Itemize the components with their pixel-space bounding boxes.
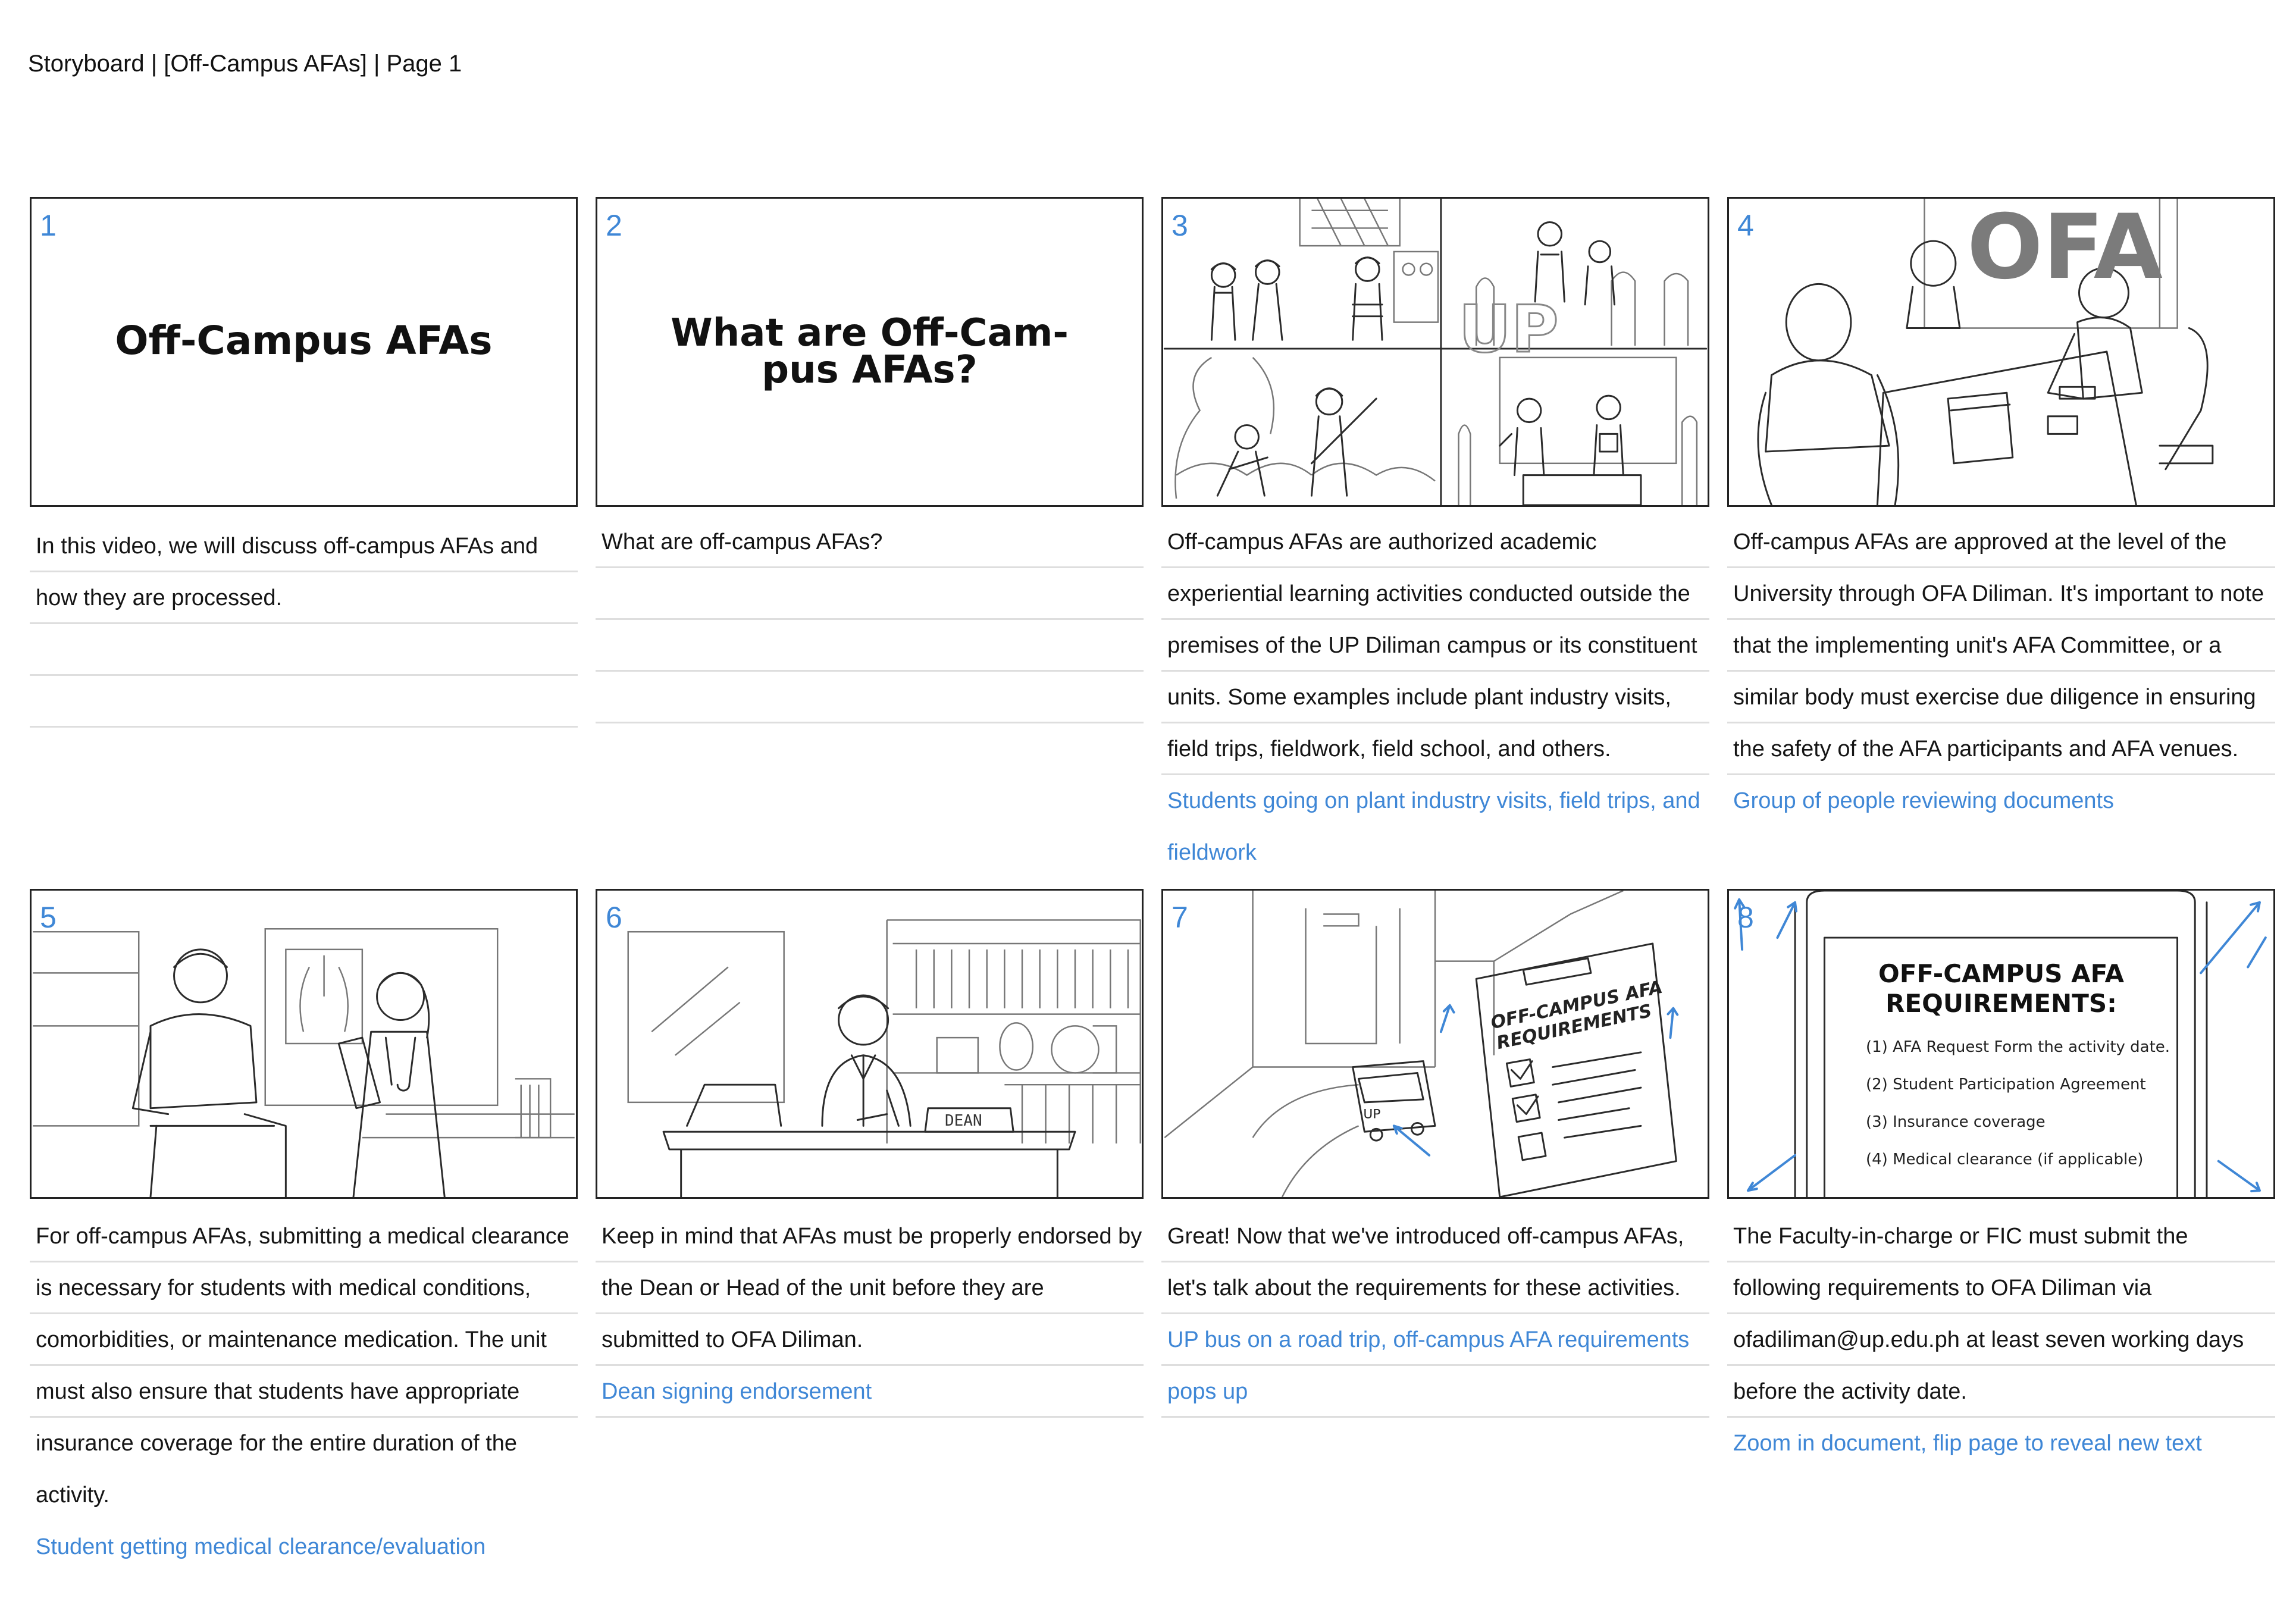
storyboard-frame-8[interactable]: 8 OFF-CAMPUS AFA REQUIREMENTS: (1) AFA R…	[1727, 889, 2275, 1199]
frame-number: 3	[1172, 209, 1188, 242]
frame-number: 4	[1737, 209, 1754, 242]
requirement-item: (4) Medical clearance (if applicable)	[1866, 1151, 2144, 1168]
note-line: University through OFA Diliman. It's imp…	[1727, 568, 2275, 620]
note-line: For off-campus AFAs, submitting a medica…	[30, 1211, 578, 1262]
note-line: is necessary for students with medical c…	[30, 1262, 578, 1314]
medical-clearance-sketch	[33, 928, 575, 1197]
note-line: let's talk about the requirements for th…	[1161, 1262, 1709, 1314]
requirement-item: (2) Student Participation Agreement	[1866, 1076, 2146, 1094]
note-line: field trips, fieldwork, field school, an…	[1161, 723, 1709, 775]
frame-2-notes: What are off-campus AFAs?	[596, 516, 1144, 723]
campus-sign: UP	[1459, 292, 1559, 367]
note-line: following requirements to OFA Diliman vi…	[1727, 1262, 2275, 1314]
frame-title-line: pus AFAs?	[762, 348, 978, 392]
document-title-line: REQUIREMENTS:	[1885, 989, 2117, 1018]
requirement-item: (3) Insurance coverage	[1866, 1113, 2046, 1131]
bus-road-trip-sketch: UP	[1164, 891, 1679, 1197]
frame-title: What are Off-Cam- pus AFAs?	[597, 311, 1142, 392]
direction-note: Dean signing endorsement	[596, 1366, 1144, 1418]
note-line: In this video, we will discuss off-campu…	[30, 521, 578, 572]
ofa-sign: OFA	[1967, 197, 2163, 299]
frame-7-notes: Great! Now that we've introduced off-cam…	[1161, 1211, 1709, 1418]
direction-note: Zoom in document, flip page to reveal ne…	[1733, 1431, 2202, 1456]
dean-signing-sketch	[627, 919, 1141, 1197]
note-line: premises of the UP Diliman campus or its…	[1161, 620, 1709, 672]
note-line	[596, 568, 1144, 620]
frame-number: 5	[40, 901, 57, 934]
note-line: the Dean or Head of the unit before they…	[596, 1262, 1144, 1314]
document-title: OFF-CAMPUS AFA REQUIREMENTS:	[1729, 959, 2273, 1019]
frame-number: 8	[1737, 901, 1754, 934]
storyboard-frame-2[interactable]: 2 What are Off-Cam- pus AFAs?	[596, 197, 1144, 507]
storyboard-frame-7[interactable]: 7 UP OFF-CAMPUS AFA REQUIREMENTS	[1161, 889, 1709, 1199]
storyboard-frame-6[interactable]: 6 DEAN	[596, 889, 1144, 1199]
frame-title-line: What are Off-Cam-	[671, 311, 1069, 355]
note-line: must also ensure that students have appr…	[30, 1366, 578, 1418]
storyboard-frame-1[interactable]: 1 Off-Campus AFAs	[30, 197, 578, 507]
note-line: that the implementing unit's AFA Committ…	[1727, 620, 2275, 672]
frame-number: 7	[1172, 901, 1188, 934]
note-line: The Faculty-in-charge or FIC must submit…	[1727, 1211, 2275, 1262]
note-line	[596, 620, 1144, 672]
storyboard-frame-4[interactable]: 4 OFA	[1727, 197, 2275, 507]
storyboard-frame-3[interactable]: 3 UP	[1161, 197, 1709, 507]
frame-5-notes: For off-campus AFAs, submitting a medica…	[30, 1211, 578, 1573]
note-line: What are off-campus AFAs?	[596, 516, 1144, 568]
frame-number: 6	[606, 901, 622, 934]
direction-note: fieldwork	[1167, 840, 1257, 865]
note-line	[596, 672, 1144, 723]
direction-note: Student getting medical clearance/evalua…	[36, 1534, 486, 1559]
dean-nameplate: DEAN	[945, 1112, 982, 1130]
note-line: Keep in mind that AFAs must be properly …	[596, 1211, 1144, 1262]
bus-label: UP	[1363, 1107, 1380, 1122]
storyboard-frame-5[interactable]: 5	[30, 889, 578, 1199]
note-line: comorbidities, or maintenance medication…	[30, 1314, 578, 1366]
frame-6-notes: Keep in mind that AFAs must be properly …	[596, 1211, 1144, 1418]
note-line: submitted to OFA Diliman.	[596, 1314, 1144, 1366]
direction-note: UP bus on a road trip, off-campus AFA re…	[1161, 1314, 1709, 1366]
note-line: before the activity date.	[1727, 1366, 2275, 1418]
note-line: ofadiliman@up.edu.ph at least seven work…	[1727, 1314, 2275, 1366]
note-line: the safety of the AFA participants and A…	[1727, 723, 2275, 775]
document-title-line: OFF-CAMPUS AFA	[1878, 959, 2124, 988]
frame-title: Off-Campus AFAs	[115, 318, 493, 364]
frame-8-notes: The Faculty-in-charge or FIC must submit…	[1727, 1211, 2275, 1470]
note-line: Off-campus AFAs are approved at the leve…	[1727, 516, 2275, 568]
frame-4-notes: Off-campus AFAs are approved at the leve…	[1727, 516, 2275, 827]
note-line: experiential learning activities conduct…	[1161, 568, 1709, 620]
note-line: units. Some examples include plant indus…	[1161, 672, 1709, 723]
frame-number: 1	[40, 209, 57, 242]
requirement-item: (1) AFA Request Form the activity date.	[1866, 1038, 2170, 1056]
note-line: Off-campus AFAs are authorized academic	[1161, 516, 1709, 568]
direction-note: Students going on plant industry visits,…	[1167, 788, 1700, 813]
note-line: insurance coverage for the entire durati…	[36, 1431, 518, 1456]
note-line	[30, 676, 578, 728]
students-field-trips-sketch: UP	[1163, 199, 1708, 505]
direction-note: Group of people reviewing documents	[1733, 788, 2115, 813]
page-title: Storyboard | [Off-Campus AFAs] | Page 1	[28, 51, 462, 77]
note-line: Great! Now that we've introduced off-cam…	[1161, 1211, 1709, 1262]
note-line: how they are processed.	[30, 572, 578, 624]
note-line	[30, 624, 578, 676]
frame-1-notes: In this video, we will discuss off-campu…	[30, 521, 578, 728]
note-line: activity.	[36, 1483, 109, 1508]
frame-3-notes: Off-campus AFAs are authorized academic …	[1161, 516, 1709, 879]
frame-number: 2	[606, 209, 622, 242]
direction-note: pops up	[1161, 1366, 1709, 1418]
note-line: similar body must exercise due diligence…	[1727, 672, 2275, 723]
